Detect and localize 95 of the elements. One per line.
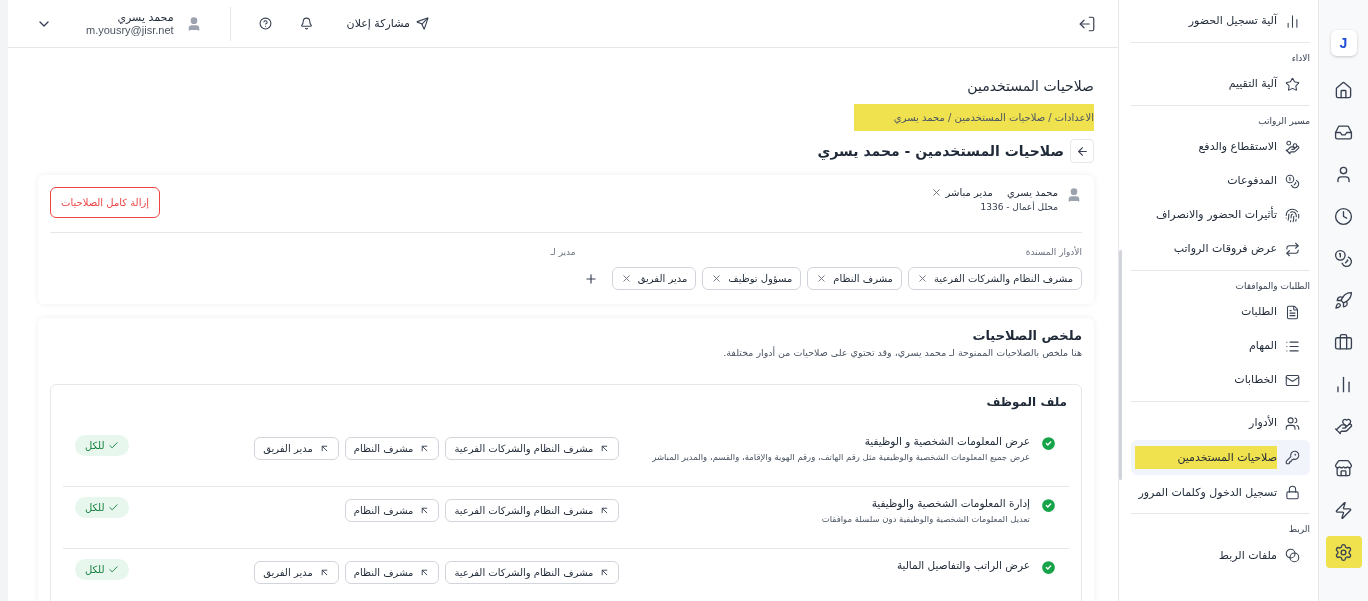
summary-description: هنا ملخص بالصلاحيات الممنوحة لـ محمد يسري، وقد تحتوي على صلاحيات من أدوار مختلفة. — [722, 347, 1082, 358]
section-title: الاداء — [1290, 52, 1310, 65]
page-heading: صلاحيات المستخدمين - محمد يسري — [817, 143, 1064, 159]
lock-icon — [1285, 484, 1300, 500]
role-chip[interactable]: مدير الفريق — [611, 267, 697, 290]
check-icon — [108, 440, 120, 451]
sidebar-item[interactable]: الخطابات — [1131, 363, 1310, 397]
coins-icon — [1285, 173, 1300, 189]
role-link[interactable]: مدير الفريق — [254, 561, 339, 584]
role-link[interactable]: مشرف النظام — [344, 437, 440, 460]
permission-title: إدارة المعلومات الشخصية والوظيفية — [870, 497, 1030, 509]
hand-coins-icon — [1285, 139, 1300, 155]
summary-title: ملخص الصلاحيات — [971, 328, 1082, 343]
role-link[interactable]: مشرف النظام — [344, 499, 440, 522]
plus-icon — [583, 271, 598, 286]
permission-description: عرض جميع المعلومات الشخصية والوظيفية مثل رقم الهاتف، ورقم الهوية والإقامة، والقسم، والمدير المباشر — [651, 452, 1030, 462]
role-chip[interactable]: مشرف النظام — [807, 267, 902, 290]
help-icon[interactable] — [258, 17, 272, 30]
user-name: محمد يسري — [1006, 187, 1058, 198]
send-icon — [415, 17, 429, 30]
role-chip[interactable]: مسؤول توظيف — [702, 267, 802, 290]
close-icon[interactable] — [816, 273, 828, 284]
breadcrumb: الاعدادات / صلاحيات المستخدمين / محمد يسري — [853, 104, 1094, 131]
document-icon — [1285, 304, 1300, 320]
logo[interactable]: J — [1330, 30, 1357, 56]
arrows-icon — [1285, 241, 1300, 257]
avatar-icon — [1066, 187, 1082, 203]
sidebar-item[interactable]: عرض فروقات الرواتب — [1131, 232, 1310, 266]
sidebar-item[interactable]: تأثيرات الحضور والانصراف — [1131, 198, 1310, 232]
close-icon[interactable] — [620, 273, 632, 284]
user-name: محمد يسري — [116, 11, 174, 24]
check-icon — [108, 564, 120, 575]
roles-label: الأدوار المسندة — [1025, 247, 1082, 257]
clock-icon — [1334, 206, 1353, 226]
check-icon — [108, 502, 120, 513]
permission-title: عرض المعلومات الشخصية و الوظيفية — [863, 435, 1030, 447]
role-tag: مدير مباشر — [945, 187, 993, 198]
group-title: ملف الموظف — [985, 394, 1068, 412]
circles-icon — [1285, 547, 1300, 563]
coins-icon — [1334, 248, 1353, 268]
rail-button[interactable] — [1325, 536, 1362, 568]
user-email: m.yousry@jisr.net — [86, 24, 174, 36]
sidebar-item[interactable]: تسجيل الدخول وكلمات المرور — [1131, 475, 1310, 510]
close-icon[interactable] — [930, 187, 942, 198]
sidebar-item[interactable]: آلية التقييم — [1131, 67, 1310, 101]
bell-icon[interactable] — [299, 17, 313, 30]
role-link[interactable]: مشرف النظام والشركات الفرعية — [445, 499, 620, 522]
sidebar-item[interactable]: صلاحيات المستخدمين — [1131, 440, 1310, 476]
scope-badge: للكل — [75, 559, 130, 580]
role-link[interactable]: مشرف النظام — [344, 561, 440, 584]
section-title: مسير الرواتب — [1257, 115, 1310, 128]
fingerprint-icon — [1285, 207, 1300, 223]
rocket-icon — [1334, 290, 1353, 310]
home-icon — [1334, 80, 1353, 100]
role-link[interactable]: مشرف النظام والشركات الفرعية — [445, 561, 620, 584]
sidebar-item[interactable]: الاستقطاع والدفع — [1131, 130, 1310, 164]
scope-badge: للكل — [75, 435, 130, 456]
sidebar-item[interactable]: آلية تسجيل الحضور — [1131, 4, 1310, 38]
page-title: صلاحيات المستخدمين — [966, 77, 1094, 97]
close-icon[interactable] — [916, 273, 928, 284]
role-link[interactable]: مشرف النظام والشركات الفرعية — [445, 437, 620, 460]
sidebar-item[interactable]: الطلبات — [1131, 295, 1310, 329]
sidebar-item[interactable]: ملفات الربط — [1131, 538, 1310, 573]
lightning-icon — [1334, 500, 1353, 520]
briefcase-icon — [1334, 332, 1353, 352]
mail-icon — [1285, 372, 1300, 388]
sidebar-item[interactable]: المهام — [1131, 329, 1310, 363]
remove-permissions-button[interactable]: إزالة كامل الصلاحيات — [50, 187, 160, 218]
section-title: الطلبات والموافقات — [1234, 280, 1310, 293]
settings-icon — [1334, 542, 1353, 562]
role-chip[interactable]: مشرف النظام والشركات الفرعية — [907, 267, 1082, 290]
collapse-icon[interactable] — [1078, 14, 1096, 33]
sidebar-item[interactable]: الأدوار — [1131, 406, 1310, 440]
job-title: محلل أعمال - 1336 — [979, 202, 1058, 212]
close-icon[interactable] — [711, 273, 723, 284]
hand-heart-icon — [1334, 416, 1353, 436]
role-link[interactable]: مدير الفريق — [254, 437, 339, 460]
bar-chart-icon — [1285, 13, 1300, 29]
users-icon — [1285, 415, 1300, 431]
inbox-icon — [1334, 122, 1353, 142]
permission-title: عرض الراتب والتفاصيل المالية — [895, 559, 1030, 571]
star-icon — [1285, 76, 1300, 92]
key-icon — [1285, 450, 1300, 466]
manager-label: مدير لـ — [550, 247, 576, 257]
user-icon — [1334, 164, 1353, 184]
scope-badge: للكل — [75, 497, 130, 518]
bar-chart-icon — [1334, 374, 1353, 394]
permission-description: تعديل المعلومات الشخصية والوظيفية دون سلسلة موافقات — [820, 514, 1030, 524]
list-icon — [1285, 338, 1300, 354]
section-title: الربط — [1287, 523, 1310, 537]
sidebar-item[interactable]: المدفوعات — [1131, 164, 1310, 198]
share-button[interactable]: مشاركة إعلان — [340, 16, 435, 31]
store-icon — [1334, 458, 1353, 478]
arrow-left-icon — [1075, 144, 1089, 158]
back-button[interactable] — [1070, 139, 1094, 163]
